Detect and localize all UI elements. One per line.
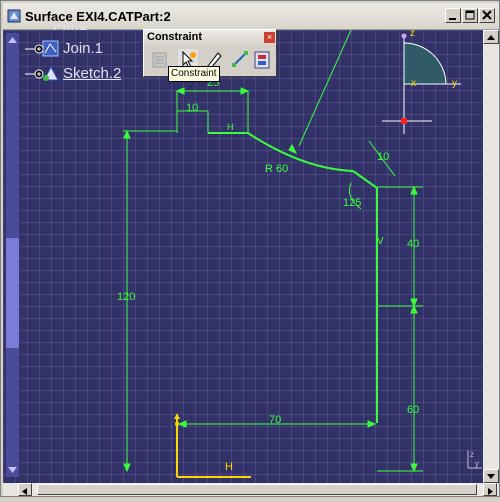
toolbar-tooltip: Constraint bbox=[168, 66, 220, 82]
compass-x-label: x bbox=[411, 78, 416, 89]
minimize-icon bbox=[449, 18, 456, 20]
left-scroll-thumb[interactable] bbox=[6, 238, 19, 348]
toolbar-close-icon[interactable]: × bbox=[264, 32, 275, 43]
dim-label-60[interactable]: 60 bbox=[407, 404, 419, 416]
axis-h-mark: H bbox=[225, 461, 233, 473]
horizontal-scroll-thumb[interactable] bbox=[37, 484, 477, 495]
dim-label-40[interactable]: 40 bbox=[407, 238, 419, 250]
sketch-icon bbox=[25, 65, 59, 81]
scroll-left-button[interactable] bbox=[18, 483, 32, 496]
origin-point bbox=[175, 422, 179, 426]
compass-z-label: z bbox=[410, 28, 415, 39]
fix-together-icon[interactable] bbox=[230, 49, 250, 71]
dim-label-chamfer[interactable]: 10 bbox=[377, 151, 389, 163]
tree-item-join[interactable]: Join.1 bbox=[25, 39, 145, 59]
toolbar-titlebar[interactable]: Constraint × bbox=[144, 30, 276, 45]
minimize-button[interactable] bbox=[445, 8, 461, 23]
arrow-left-icon bbox=[22, 488, 27, 495]
dim-label-10[interactable]: 10 bbox=[186, 102, 198, 114]
left-scrollbar[interactable] bbox=[6, 33, 19, 477]
close-icon bbox=[482, 10, 492, 20]
join-icon bbox=[25, 40, 59, 57]
arrow-right-icon bbox=[488, 488, 493, 495]
catpart-icon bbox=[7, 9, 21, 23]
maximize-button[interactable] bbox=[462, 8, 478, 23]
vertical-scrollbar[interactable] bbox=[483, 30, 499, 483]
tree-item-label: FIII.1 bbox=[53, 25, 88, 34]
compass-y-label: y bbox=[452, 78, 457, 89]
horizontal-constraint-mark: H bbox=[227, 122, 234, 132]
leader-line bbox=[298, 30, 352, 147]
dim-label-angle[interactable]: 125 bbox=[343, 197, 361, 209]
close-button[interactable] bbox=[479, 8, 495, 23]
horizontal-scrollbar[interactable] bbox=[3, 483, 499, 496]
scroll-right-button[interactable] bbox=[483, 483, 497, 496]
arc-r60 bbox=[247, 132, 354, 172]
arrow-up-icon bbox=[487, 35, 495, 40]
tree-item-label: Join.1 bbox=[63, 40, 104, 57]
arrow-down-icon bbox=[487, 474, 495, 479]
window-title: Surface EXI4.CATPart:2 bbox=[25, 9, 171, 24]
dim-label-radius[interactable]: R 60 bbox=[265, 163, 288, 175]
chamfer-line bbox=[352, 170, 378, 189]
tree-item-label: Sketch.2 bbox=[63, 65, 122, 82]
scroll-up-button[interactable] bbox=[483, 30, 499, 44]
scroll-down-icon[interactable] bbox=[6, 465, 19, 475]
axis-triad-icon: z y bbox=[467, 450, 482, 469]
auto-constraint-icon[interactable] bbox=[252, 49, 272, 71]
tree-item-fill[interactable]: FIII.1 bbox=[15, 25, 135, 37]
maximize-icon bbox=[465, 10, 475, 20]
vertical-constraint-mark: V bbox=[377, 236, 384, 247]
svg-text:y: y bbox=[475, 459, 479, 468]
svg-text:z: z bbox=[470, 450, 474, 459]
compass-icon[interactable] bbox=[376, 26, 476, 136]
dim-label-120[interactable]: 120 bbox=[117, 291, 135, 303]
dim-label-70[interactable]: 70 bbox=[269, 414, 281, 426]
scroll-down-button[interactable] bbox=[483, 469, 499, 483]
catia-document-window: Surface EXI4.CATPart:2 25 10 H R 60 10 1… bbox=[0, 0, 500, 497]
toolbar-title: Constraint bbox=[147, 31, 202, 43]
constraint-dialog-icon[interactable] bbox=[150, 49, 170, 71]
